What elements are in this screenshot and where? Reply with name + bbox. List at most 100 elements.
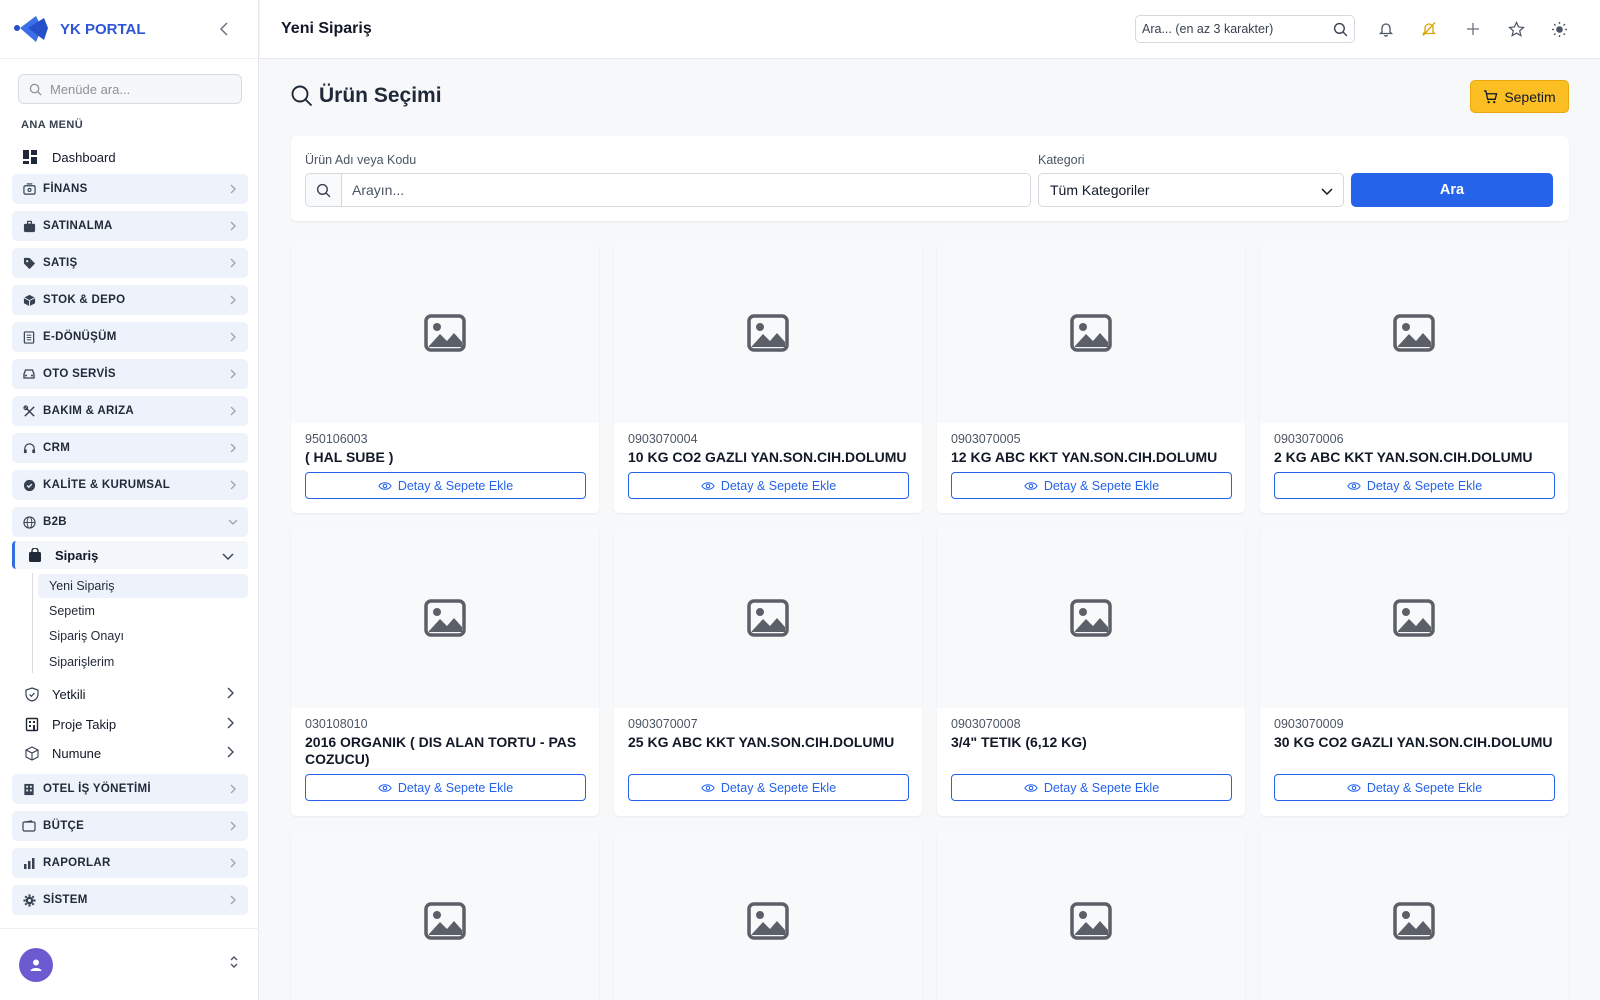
detail-add-to-cart-button[interactable]: Detay & Sepete Ekle <box>1274 774 1555 801</box>
product-image-placeholder[interactable] <box>1260 528 1568 708</box>
detail-add-to-cart-button[interactable]: Detay & Sepete Ekle <box>628 774 909 801</box>
search-icon[interactable] <box>1333 22 1348 37</box>
gear-icon <box>22 893 36 907</box>
sidebar-group-satis[interactable]: SATIŞ <box>12 248 248 278</box>
detail-add-to-cart-button[interactable]: Detay & Sepete Ekle <box>951 472 1232 499</box>
product-image-placeholder[interactable] <box>291 528 599 708</box>
product-image-placeholder[interactable] <box>614 243 922 423</box>
sidebar-group-butce[interactable]: BÜTÇE <box>12 811 248 841</box>
sidebar-group-oto-servis[interactable]: OTO SERVİS <box>12 359 248 389</box>
sidebar-group-label: OTO SERVİS <box>43 368 116 380</box>
sidebar-group-bakim-ariza[interactable]: BAKIM & ARIZA <box>12 396 248 426</box>
chevron-right-icon <box>228 858 238 868</box>
sidebar-group-e-donusum[interactable]: E-DÖNÜŞÜM <box>12 322 248 352</box>
sidebar-collapse-icon[interactable] <box>214 19 234 39</box>
global-search-box[interactable] <box>1135 15 1355 43</box>
product-image-placeholder[interactable] <box>937 528 1245 708</box>
product-card: 0903070008 3/4" TETIK (6,12 KG) Detay & … <box>937 528 1245 816</box>
sidebar-item-label: Yetkili <box>52 686 86 702</box>
detail-add-to-cart-button[interactable]: Detay & Sepete Ekle <box>628 472 909 499</box>
product-image-placeholder[interactable] <box>1260 831 1568 1000</box>
product-image-placeholder[interactable] <box>937 831 1245 1000</box>
bell-icon[interactable] <box>1375 18 1397 40</box>
cart-button-label: Sepetim <box>1504 88 1556 105</box>
detail-add-to-cart-button[interactable]: Detay & Sepete Ekle <box>1274 472 1555 499</box>
main-content: Ürün Seçimi Sepetim Ürün Adı veya Kodu K… <box>260 59 1600 1000</box>
image-icon <box>1070 314 1112 352</box>
product-card: 030108010 2016 ORGANIK ( DIS ALAN TORTU … <box>291 528 599 816</box>
star-icon[interactable] <box>1505 18 1527 40</box>
chevron-right-icon <box>228 480 238 490</box>
product-image-placeholder[interactable] <box>614 831 922 1000</box>
bell-off-icon[interactable] <box>1418 18 1440 40</box>
product-image-placeholder[interactable] <box>614 528 922 708</box>
headset-icon <box>22 441 36 455</box>
sidebar-footer <box>0 928 259 1000</box>
product-code: 0903070005 <box>951 432 1021 446</box>
brand-name[interactable]: YK PORTAL <box>60 21 146 38</box>
chevron-right-icon <box>228 369 238 379</box>
chevron-right-icon <box>228 258 238 268</box>
detail-add-to-cart-button[interactable]: Detay & Sepete Ekle <box>951 774 1232 801</box>
sidebar-group-raporlar[interactable]: RAPORLAR <box>12 848 248 878</box>
sidebar-group-crm[interactable]: CRM <box>12 433 248 463</box>
page-title: Yeni Sipariş <box>281 20 372 37</box>
chevron-right-icon <box>227 717 234 732</box>
sidebar-group-kalite-kurumsal[interactable]: KALİTE & KURUMSAL <box>12 470 248 500</box>
eye-icon <box>378 481 392 490</box>
chevron-up-down-icon[interactable] <box>229 955 239 974</box>
product-card <box>614 831 922 1000</box>
image-icon <box>424 599 466 637</box>
detail-button-label: Detay & Sepete Ekle <box>1043 478 1160 493</box>
chevron-right-icon <box>227 687 234 702</box>
search-button[interactable]: Ara <box>1351 173 1553 207</box>
sidebar-item-siparis-onayi[interactable]: Sipariş Onayı <box>38 624 248 648</box>
product-image-placeholder[interactable] <box>291 831 599 1000</box>
global-search-input[interactable] <box>1142 22 1322 36</box>
chevron-down-icon <box>222 548 234 563</box>
sidebar-group-stok-depo[interactable]: STOK & DEPO <box>12 285 248 315</box>
detail-add-to-cart-button[interactable]: Detay & Sepete Ekle <box>305 774 586 801</box>
menu-search-input[interactable] <box>50 81 230 97</box>
product-image-placeholder[interactable] <box>1260 243 1568 423</box>
sidebar-group-satinalma[interactable]: SATINALMA <box>12 211 248 241</box>
sidebar-item-siparislerim[interactable]: Siparişlerim <box>38 650 248 674</box>
chevron-right-icon <box>228 295 238 305</box>
image-icon <box>1070 902 1112 940</box>
product-search-box[interactable] <box>305 173 1031 207</box>
chevron-down-icon <box>228 517 238 527</box>
sidebar-item-proje-takip[interactable]: Proje Takip <box>12 710 248 738</box>
sidebar-item-dashboard[interactable]: Dashboard <box>12 142 247 172</box>
search-icon <box>291 85 313 107</box>
product-search-input[interactable] <box>342 174 1030 206</box>
sidebar-group-b2b[interactable]: B2B <box>12 507 248 537</box>
sidebar-group-otel-is-yonetimi[interactable]: OTEL İŞ YÖNETİMİ <box>12 774 248 804</box>
user-avatar-icon[interactable] <box>19 947 53 982</box>
cart-button[interactable]: Sepetim <box>1470 80 1569 113</box>
sun-icon[interactable] <box>1548 18 1570 40</box>
menu-search-box[interactable] <box>18 74 242 104</box>
eye-icon <box>1024 481 1038 490</box>
globe-icon <box>22 515 36 529</box>
sidebar-item-yetkili[interactable]: Yetkili <box>12 680 248 708</box>
sidebar-group-label: BAKIM & ARIZA <box>43 405 134 417</box>
sidebar-item-siparis[interactable]: Sipariş <box>12 541 248 569</box>
car-icon <box>22 367 36 381</box>
product-image-placeholder[interactable] <box>937 243 1245 423</box>
sidebar-group-finans[interactable]: FİNANS <box>12 174 248 204</box>
search-icon <box>306 174 342 206</box>
sidebar-group-label: BÜTÇE <box>43 820 85 832</box>
plus-icon[interactable] <box>1462 18 1484 40</box>
product-code: 0903070008 <box>951 717 1021 731</box>
brand-logo-icon[interactable] <box>14 12 50 46</box>
detail-add-to-cart-button[interactable]: Detay & Sepete Ekle <box>305 472 586 499</box>
sidebar-item-numune[interactable]: Numune <box>12 739 248 767</box>
product-image-placeholder[interactable] <box>291 243 599 423</box>
sidebar-group-sistem[interactable]: SİSTEM <box>12 885 248 915</box>
category-select[interactable]: Tüm Kategoriler <box>1038 173 1344 207</box>
chevron-right-icon <box>228 406 238 416</box>
sidebar-group-label: KALİTE & KURUMSAL <box>43 479 171 491</box>
sidebar-item-yeni-siparis[interactable]: Yeni Sipariş <box>38 574 248 598</box>
product-name: 30 KG CO2 GAZLI YAN.SON.CIH.DOLUMU <box>1274 734 1553 750</box>
sidebar-item-sepetim[interactable]: Sepetim <box>38 599 248 623</box>
